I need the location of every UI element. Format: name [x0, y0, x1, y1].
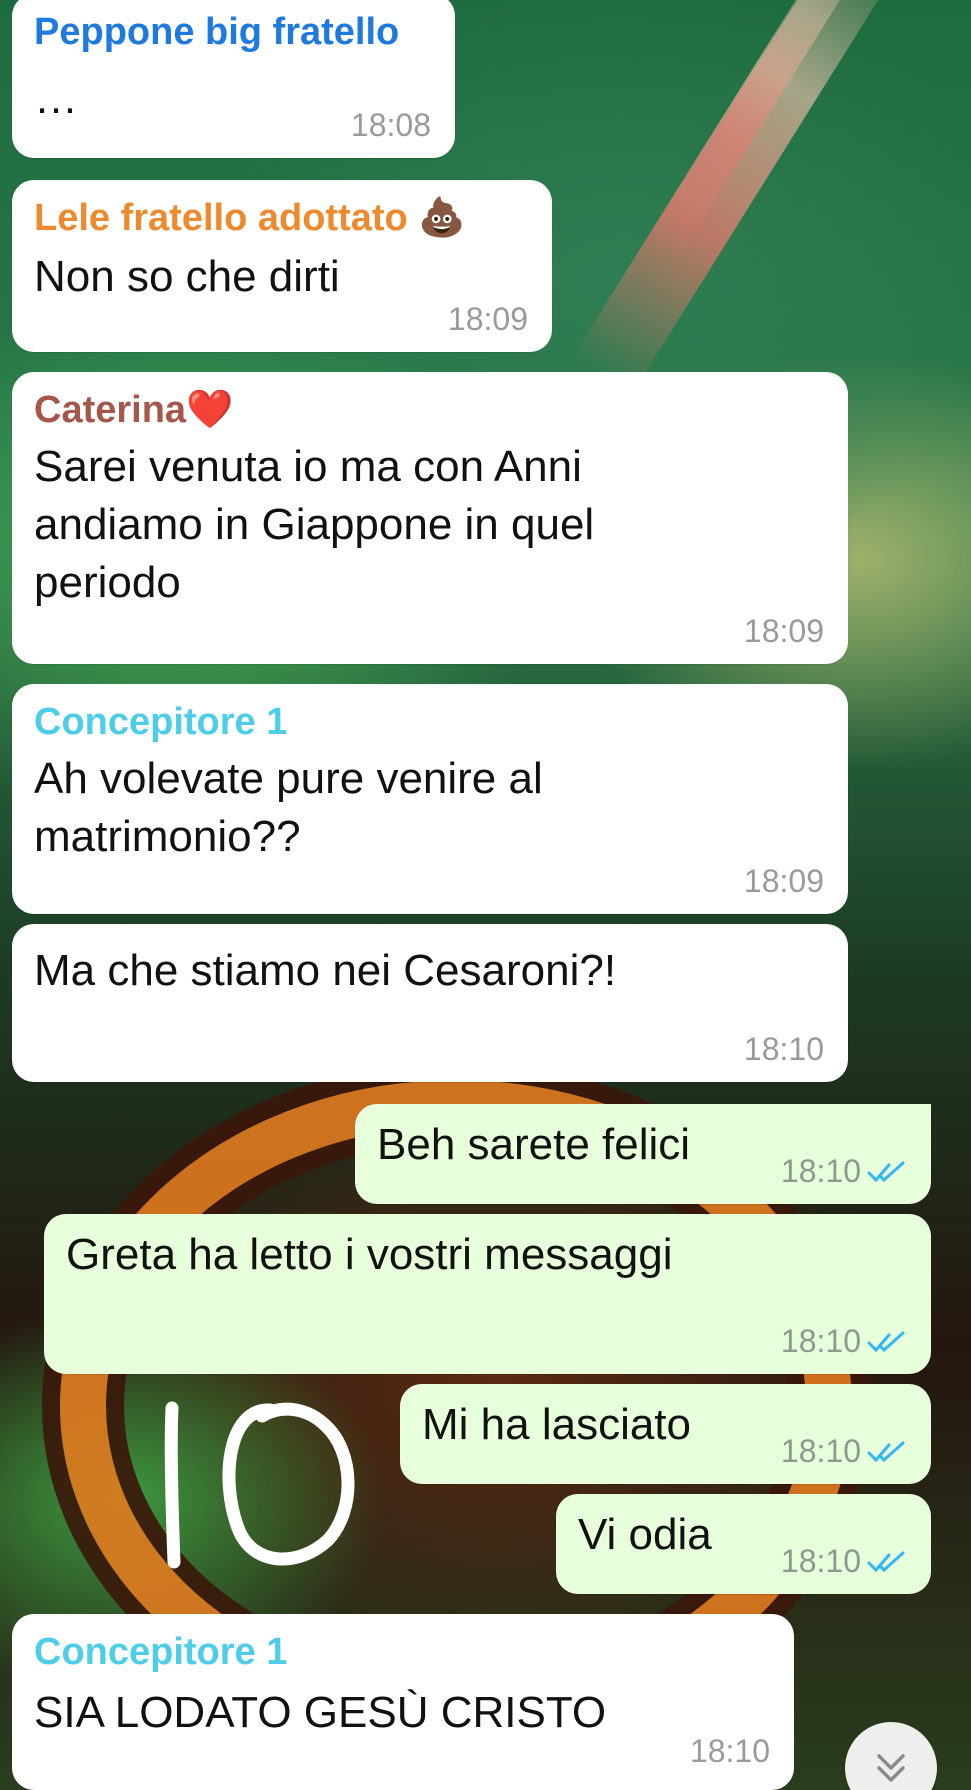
message-time: 18:10 — [781, 1323, 907, 1360]
message-bubble[interactable]: Caterina❤️ Sarei venuta io ma con Anni a… — [12, 372, 848, 664]
read-ticks-icon — [867, 1161, 905, 1182]
message-time: 18:08 — [350, 107, 431, 143]
message-bubble[interactable]: Greta ha letto i vostri messaggi 18:10 — [44, 1214, 931, 1374]
message-time: 18:09 — [447, 301, 528, 337]
message-bubble[interactable]: Vi odia 18:10 — [556, 1494, 931, 1594]
message-bubble[interactable]: Beh sarete felici 18:10 — [355, 1104, 931, 1204]
double-chevron-down-icon — [877, 1754, 905, 1782]
message-time: 18:10 — [781, 1153, 907, 1190]
sender-name[interactable]: Concepitore 1 — [34, 698, 826, 746]
message-bubble[interactable]: Concepitore 1 SIA LODATO GESÙ CRISTO 18:… — [12, 1614, 794, 1790]
message-text: Greta ha letto i vostri messaggi — [66, 1230, 673, 1279]
message-time-label: 18:10 — [780, 1323, 861, 1359]
message-time: 18:09 — [743, 863, 824, 899]
sender-name[interactable]: Concepitore 1 — [34, 1628, 772, 1676]
sender-name[interactable]: Caterina❤️ — [34, 386, 826, 434]
message-time-label: 18:10 — [780, 1153, 861, 1189]
message-time: 18:10 — [743, 1031, 824, 1067]
message-bubble[interactable]: Peppone big fratello … 18:08 — [12, 0, 455, 158]
message-time-label: 18:10 — [780, 1543, 861, 1579]
message-bubble[interactable]: Mi ha lasciato 18:10 — [400, 1384, 931, 1484]
sender-name[interactable]: Peppone big fratello — [34, 8, 433, 56]
wallpaper-streak — [572, 0, 908, 395]
message-text: Non so che dirti — [34, 252, 340, 301]
message-text: Sarei venuta io ma con Anni andiamo in G… — [34, 442, 595, 607]
handwritten-10-doodle — [164, 1401, 355, 1569]
message-bubble[interactable]: Lele fratello adottato 💩 Non so che dirt… — [12, 180, 552, 352]
read-ticks-icon — [867, 1441, 905, 1462]
message-time: 18:10 — [781, 1543, 907, 1580]
message-time-label: 18:10 — [780, 1433, 861, 1469]
message-text: Ah volevate pure venire al matrimonio?? — [34, 754, 543, 861]
message-time: 18:10 — [781, 1433, 907, 1470]
message-text: Ma che stiamo nei Cesaroni?! — [34, 946, 617, 995]
message-text: SIA LODATO GESÙ CRISTO — [34, 1688, 607, 1737]
message-bubble[interactable]: Concepitore 1 Ah volevate pure venire al… — [12, 684, 848, 914]
read-ticks-icon — [867, 1551, 905, 1572]
sender-name[interactable]: Lele fratello adottato 💩 — [34, 194, 530, 242]
message-bubble[interactable]: Ma che stiamo nei Cesaroni?! 18:10 — [12, 924, 848, 1082]
message-time: 18:10 — [689, 1733, 770, 1769]
message-time: 18:09 — [743, 613, 824, 649]
read-ticks-icon — [867, 1331, 905, 1352]
